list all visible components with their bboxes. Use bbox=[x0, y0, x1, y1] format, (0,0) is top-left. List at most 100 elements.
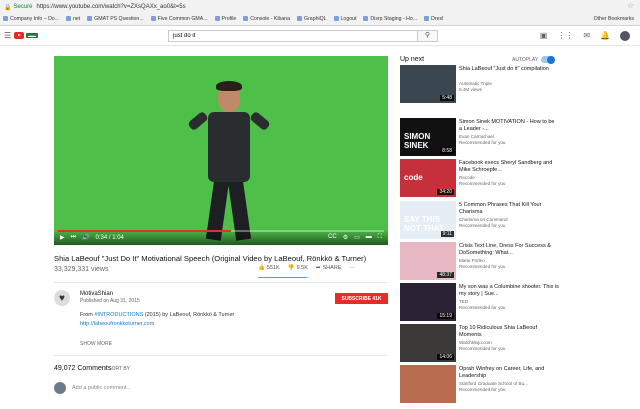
bookmark-item[interactable]: Disrp Staging - Ho... bbox=[363, 16, 417, 22]
channel-name[interactable]: MotivaShian bbox=[80, 291, 113, 297]
like-ratio-bar bbox=[258, 277, 308, 278]
video-title[interactable]: My son was a Columbine shooter. This is … bbox=[459, 284, 559, 298]
thumbs-up-icon: 👍 bbox=[258, 265, 265, 271]
video-meta: 5.4M views bbox=[459, 87, 482, 92]
recommended-video[interactable]: SAY THIS NOT THAT 9:11 5 Common Phrases Th… bbox=[400, 201, 640, 245]
thumbs-down-icon: 👎 bbox=[287, 265, 295, 271]
comment-input[interactable]: Add a public comment... bbox=[72, 385, 131, 391]
messages-icon[interactable]: ✉ bbox=[583, 31, 590, 41]
subscribe-button[interactable]: SUBSCRIBE 41K bbox=[335, 293, 388, 304]
video-title[interactable]: Oprah Winfrey on Career, Life, and Leade… bbox=[459, 366, 559, 380]
video-title[interactable]: Simon Sinek MOTIVATION - How to be a Lea… bbox=[459, 119, 559, 133]
captions-icon[interactable]: CC bbox=[328, 234, 337, 241]
other-bookmarks[interactable]: Other Bookmarks bbox=[594, 16, 634, 22]
recommended-video[interactable]: code 34:20 Facebook execs Sheryl Sandberg … bbox=[400, 159, 640, 203]
video-thumbnail[interactable]: 14:06 bbox=[400, 324, 456, 362]
sort-button[interactable]: ≡ SORT BY bbox=[104, 366, 130, 372]
bookmark-item[interactable]: Drexl bbox=[424, 16, 443, 22]
recommended-video[interactable]: Oprah Winfrey on Career, Life, and Leade… bbox=[400, 365, 640, 409]
video-title: Shia LaBeouf "Just Do It" Motivational S… bbox=[54, 254, 367, 263]
like-button[interactable]: 👍 551K bbox=[258, 265, 280, 271]
recommended-video[interactable]: 5:48 Shia LaBeouf "Just do it" compilatio… bbox=[400, 65, 640, 109]
video-thumbnail[interactable] bbox=[400, 365, 456, 403]
bookmarks-bar: Company Info – Do... net GMAT PS Questio… bbox=[0, 13, 640, 24]
bookmark-star-icon[interactable]: ☆ bbox=[627, 1, 634, 10]
channel-name: Marie Forleo bbox=[459, 258, 485, 263]
publish-date: Published on Aug 31, 2015 bbox=[80, 298, 140, 304]
user-avatar bbox=[54, 382, 66, 394]
notifications-icon[interactable]: 🔔 bbox=[600, 31, 610, 41]
share-button[interactable]: ➦ SHARE bbox=[316, 265, 342, 271]
video-thumbnail[interactable]: 15:19 bbox=[400, 283, 456, 321]
volume-icon[interactable]: 🔊 bbox=[82, 234, 89, 241]
bookmark-item[interactable]: Logout bbox=[333, 16, 356, 22]
progress-bar[interactable] bbox=[58, 230, 384, 232]
video-player[interactable] bbox=[54, 56, 388, 245]
search-button[interactable]: ⚲ bbox=[418, 30, 438, 42]
video-meta: Recommended for you bbox=[459, 346, 506, 351]
divider bbox=[54, 282, 388, 283]
next-icon[interactable]: ⏭ bbox=[71, 234, 76, 241]
description-url[interactable]: http://labeoufronkkoturner.com bbox=[80, 321, 154, 327]
video-frame-person bbox=[187, 76, 271, 245]
miniplayer-icon[interactable]: ▭ bbox=[354, 234, 360, 241]
browser-chrome: 🔒 Secure https://www.youtube.com/watch?v… bbox=[0, 0, 640, 26]
recommended-video[interactable]: 14:06 Top 10 Ridiculous Shia LaBeouf Mome… bbox=[400, 324, 640, 368]
play-icon[interactable]: ▶ bbox=[60, 234, 65, 241]
duration-badge: 14:06 bbox=[437, 354, 454, 360]
channel-name: Automatic Triple bbox=[459, 81, 492, 86]
theater-icon[interactable]: ▬ bbox=[366, 234, 372, 241]
recommended-video[interactable]: SIMON SINEK 8:58 Simon Sinek MOTIVATION - … bbox=[400, 118, 640, 162]
view-count: 33,329,331 views bbox=[54, 266, 109, 273]
video-meta: Recommended for you bbox=[459, 140, 506, 145]
heart-icon: ♥ bbox=[59, 292, 65, 304]
bookmark-item[interactable]: net bbox=[66, 16, 80, 22]
autoplay-toggle[interactable] bbox=[541, 55, 555, 64]
video-title[interactable]: Crisis Text Line, Dress For Success & Do… bbox=[459, 243, 559, 257]
channel-name: WatchMojo.com bbox=[459, 340, 492, 345]
recommended-video[interactable]: 15:19 My son was a Columbine shooter. Thi… bbox=[400, 283, 640, 327]
show-more-button[interactable]: SHOW MORE bbox=[80, 341, 112, 347]
bookmark-item[interactable]: GraphiQL bbox=[297, 16, 327, 22]
like-ratio-fill bbox=[258, 277, 307, 278]
header-actions: ▣ ⋮⋮ ✉ 🔔 bbox=[540, 31, 630, 41]
divider bbox=[54, 355, 388, 356]
video-title[interactable]: 5 Common Phrases That Kill Your Charisma bbox=[459, 202, 559, 216]
apps-icon[interactable]: ⋮⋮ bbox=[557, 31, 573, 41]
bookmark-item[interactable]: Company Info – Do... bbox=[3, 16, 59, 22]
menu-icon[interactable]: ☰ bbox=[4, 31, 11, 40]
bookmark-item[interactable]: GMAT PS Question... bbox=[87, 16, 144, 22]
youtube-logo[interactable]: ▬▬ bbox=[14, 32, 38, 39]
video-thumbnail[interactable]: SAY THIS NOT THAT 9:11 bbox=[400, 201, 456, 239]
duration-badge: 15:19 bbox=[437, 313, 454, 319]
account-avatar[interactable] bbox=[620, 31, 630, 41]
favicon-icon bbox=[424, 16, 430, 21]
bookmark-item[interactable]: Profile bbox=[214, 16, 236, 22]
video-title[interactable]: Shia LaBeouf "Just do it" compilation bbox=[459, 66, 559, 73]
upload-icon[interactable]: ▣ bbox=[540, 31, 548, 41]
video-meta: Recommended for you bbox=[459, 387, 506, 392]
bookmark-item[interactable]: Console - Kibana bbox=[243, 16, 290, 22]
settings-icon[interactable]: ⚙ bbox=[343, 234, 348, 241]
hashtag-link[interactable]: #INTRODUCTIONS bbox=[94, 312, 143, 318]
dislike-button[interactable]: 👎 9.5K bbox=[288, 265, 308, 271]
recommended-video[interactable]: 48:37 Crisis Text Line, Dress For Success… bbox=[400, 242, 640, 286]
favicon-icon bbox=[66, 16, 72, 21]
search-input[interactable] bbox=[168, 30, 418, 42]
video-thumbnail[interactable]: 48:37 bbox=[400, 242, 456, 280]
video-title[interactable]: Facebook execs Sheryl Sandberg and Mike … bbox=[459, 160, 559, 174]
favicon-icon bbox=[297, 16, 303, 21]
video-meta: Recommended for you bbox=[459, 181, 506, 186]
add-comment[interactable]: Add a public comment... bbox=[54, 382, 131, 394]
address-bar[interactable]: 🔒 Secure https://www.youtube.com/watch?v… bbox=[4, 2, 186, 12]
video-thumbnail[interactable]: 5:48 bbox=[400, 65, 456, 103]
bookmark-item[interactable]: Five Common GMA... bbox=[150, 16, 208, 22]
url-text[interactable]: https://www.youtube.com/watch?v=ZXsQAXx_… bbox=[37, 4, 186, 10]
channel-avatar[interactable]: ♥ bbox=[54, 290, 70, 306]
video-thumbnail[interactable]: code 34:20 bbox=[400, 159, 456, 197]
fullscreen-icon[interactable]: ⛶ bbox=[378, 234, 382, 241]
video-meta: Recommended for you bbox=[459, 223, 506, 228]
video-thumbnail[interactable]: SIMON SINEK 8:58 bbox=[400, 118, 456, 156]
video-title[interactable]: Top 10 Ridiculous Shia LaBeouf Moments bbox=[459, 325, 559, 339]
more-actions-button[interactable]: ··· bbox=[349, 265, 355, 271]
